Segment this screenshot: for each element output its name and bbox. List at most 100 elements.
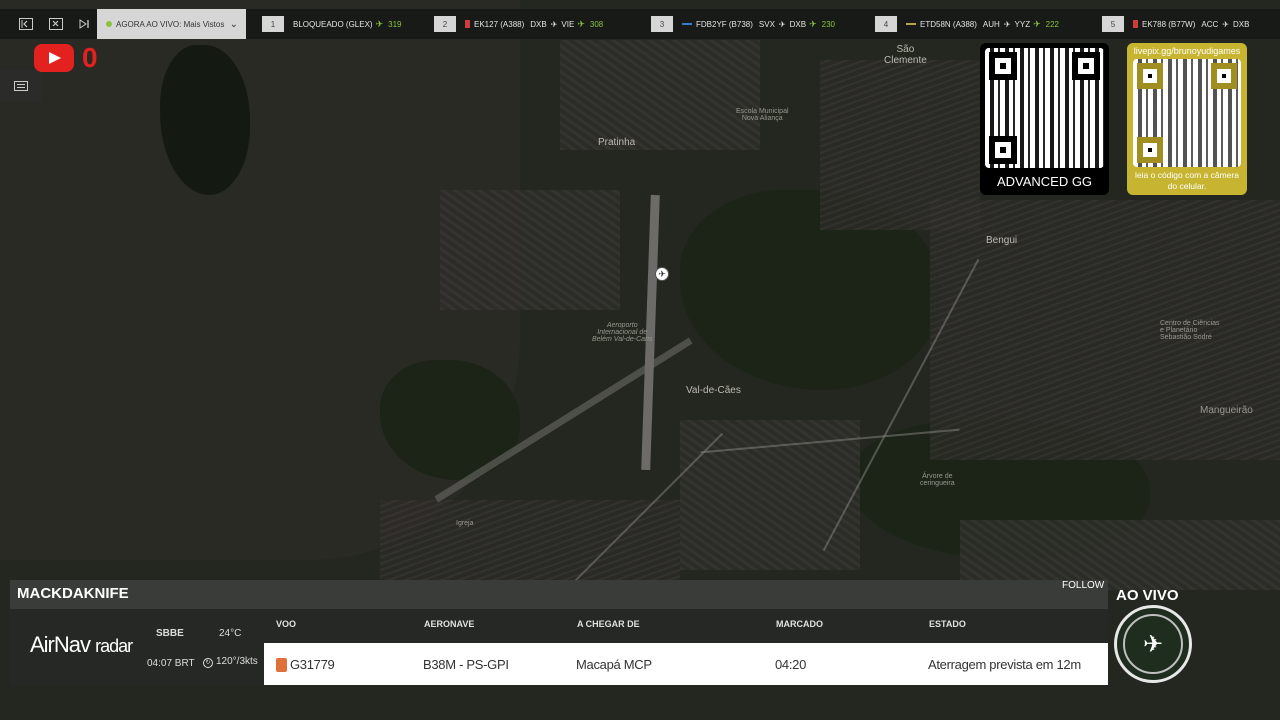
- livepix-caption: leia o código com a câmera do celular.: [1135, 170, 1239, 191]
- viewers-icon: ✈: [577, 18, 585, 29]
- channel-badge-logo: ✈: [1114, 605, 1192, 683]
- slot-destination: YYZ: [1014, 19, 1031, 29]
- live-label: AO VIVO: [1116, 587, 1179, 604]
- wind: ↻ 120°/3kts: [203, 656, 258, 668]
- slot-rank: 4: [875, 16, 897, 32]
- column-header-scheduled: MARCADO: [776, 619, 823, 629]
- urban-area: [680, 420, 860, 570]
- airline-logo-icon: [276, 658, 287, 672]
- row-aircraft: B38M - PS-GPI: [423, 657, 509, 672]
- live-now-dropdown[interactable]: AGORA AO VIVO: Mais Vistos ⌄: [97, 9, 246, 39]
- livepix-qr-panel: livepix.gg/brunoyudigames leia o código …: [1127, 43, 1247, 195]
- top-flight-slot[interactable]: 4 ETD58N (A388) AUH ✈ YYZ ✈ 222: [875, 16, 1059, 32]
- slot-rank: 2: [434, 16, 456, 32]
- arrow-right-icon: ✈: [550, 19, 558, 29]
- skip-next-icon[interactable]: [70, 9, 98, 39]
- flight-info-panel: MACKDAKNIFE FOLLOW AirNav radar SBBE 24°…: [10, 580, 1108, 685]
- urban-area: [380, 500, 680, 590]
- youtube-logo-icon: [34, 44, 74, 72]
- slot-viewer-count: 230: [821, 19, 835, 29]
- urban-area: [440, 190, 620, 310]
- slot-flight: EK788 (B77W): [1142, 19, 1196, 29]
- panel-header: MACKDAKNIFE: [10, 580, 1108, 609]
- map-label-arvore: Árvore de ceringueira: [920, 473, 955, 487]
- slot-flight: EK127 (A388): [474, 19, 525, 29]
- map-label-bengui: Bengui: [986, 235, 1018, 246]
- urban-area: [930, 200, 1280, 460]
- slot-viewer-count: 308: [589, 19, 604, 29]
- map-label-mangueirao: Mangueirão: [1200, 405, 1253, 416]
- map-label-igreja: Igreja: [456, 520, 474, 527]
- top-flight-slot[interactable]: 1 BLOQUEADO (GLEX) ✈ 319: [262, 16, 401, 32]
- follow-button[interactable]: FOLLOW: [1062, 580, 1104, 591]
- advanced-gg-label: ADVANCED GG: [996, 174, 1093, 189]
- map-label-sao-clemente: São Clemente: [884, 44, 927, 66]
- table-row[interactable]: G31779 B38M - PS-GPI Macapá MCP 04:20 At…: [264, 643, 1108, 685]
- column-header-aircraft: AERONAVE: [424, 619, 475, 629]
- slot-origin: ACC: [1201, 19, 1219, 29]
- live-now-label: AGORA AO VIVO: Mais Vistos: [116, 19, 225, 29]
- airnav-radar-logo: AirNav radar: [30, 632, 133, 658]
- slot-origin: DXB: [530, 19, 547, 29]
- airline-logo-icon: [906, 23, 916, 25]
- temperature: 24°C: [219, 628, 242, 639]
- airline-logo-icon: [1133, 20, 1138, 28]
- slot-destination: DXB: [1232, 19, 1250, 29]
- airline-logo-icon: [682, 23, 692, 25]
- list-icon: [14, 81, 28, 91]
- arrow-right-icon: ✈: [778, 19, 786, 29]
- slot-flight: BLOQUEADO (GLEX): [293, 19, 373, 29]
- row-from: Macapá MCP: [576, 657, 652, 672]
- map-label-val-de-caes: Val-de-Cães: [686, 385, 741, 396]
- slot-origin: SVX: [758, 19, 775, 29]
- map-label-pratinha: Pratinha: [598, 137, 636, 148]
- local-time: 04:07 BRT: [147, 658, 195, 669]
- slot-rank: 1: [262, 16, 284, 32]
- slot-flight: FDB2YF (B738): [696, 19, 753, 29]
- viewers-icon: ✈: [809, 18, 817, 29]
- top-flight-slot[interactable]: 2 EK127 (A388) DXB ✈ VIE ✈ 308: [434, 16, 603, 32]
- plane-icon: ✈: [1142, 631, 1164, 658]
- qr-code: [1133, 59, 1241, 167]
- map-label-escola: Escola Municipal Nova Aliança: [736, 108, 789, 122]
- viewers-icon: ✈: [1033, 18, 1041, 29]
- top-flight-slot[interactable]: 5 EK788 (B77W) ACC ✈ DXB: [1102, 16, 1249, 32]
- top-flight-slot[interactable]: 3 FDB2YF (B738) SVX ✈ DXB ✈ 230: [651, 16, 835, 32]
- wind-value: 120°/3kts: [216, 656, 258, 667]
- qr-code: [985, 48, 1104, 168]
- map-label-airport: Aeroporto Internacional de Belém Val-de-…: [592, 322, 653, 343]
- aircraft-marker-icon[interactable]: ✈: [655, 267, 669, 281]
- viewers-icon: ✈: [375, 18, 384, 29]
- airline-logo-icon: [465, 20, 470, 28]
- slot-destination: VIE: [561, 19, 575, 29]
- slot-viewer-count: 319: [388, 19, 402, 29]
- column-header-from: A CHEGAR DE: [577, 619, 640, 629]
- close-panel-icon[interactable]: [42, 9, 70, 39]
- airnav-sub: radar: [95, 636, 133, 656]
- top-bar: AGORA AO VIVO: Mais Vistos ⌄ 1 BLOQUEADO…: [0, 9, 1280, 39]
- side-panel-toggle[interactable]: [0, 70, 42, 102]
- youtube-counter: 0: [82, 42, 98, 73]
- row-status: Aterragem prevista em 12m: [928, 657, 1081, 672]
- slot-origin: AUH: [982, 19, 1000, 29]
- row-flight: G31779: [290, 657, 335, 672]
- column-header-flight: VOO: [276, 619, 297, 629]
- slot-rank: 3: [651, 16, 673, 32]
- advanced-gg-qr-panel: ADVANCED GG: [980, 43, 1109, 195]
- column-header-status: ESTADO: [929, 619, 966, 629]
- slot-destination: DXB: [789, 19, 807, 29]
- slot-rank: 5: [1102, 16, 1124, 32]
- station-code: SBBE: [156, 628, 184, 639]
- chevron-down-icon: ⌄: [229, 18, 238, 30]
- wind-icon: ↻: [203, 658, 213, 668]
- collapse-icon[interactable]: [12, 9, 40, 39]
- arrow-right-icon: ✈: [1222, 19, 1229, 29]
- arrow-right-icon: ✈: [1003, 19, 1011, 29]
- slot-flight: ETD58N (A388): [920, 19, 977, 29]
- urban-area: [560, 40, 760, 150]
- livepix-url: livepix.gg/brunoyudigames: [1133, 46, 1241, 56]
- username: MACKDAKNIFE: [17, 585, 129, 602]
- live-dot-icon: [106, 21, 112, 27]
- airnav-brand: AirNav: [30, 632, 91, 657]
- map-label-centro: Centro de Ciências e Planetário Sebastiã…: [1160, 320, 1220, 341]
